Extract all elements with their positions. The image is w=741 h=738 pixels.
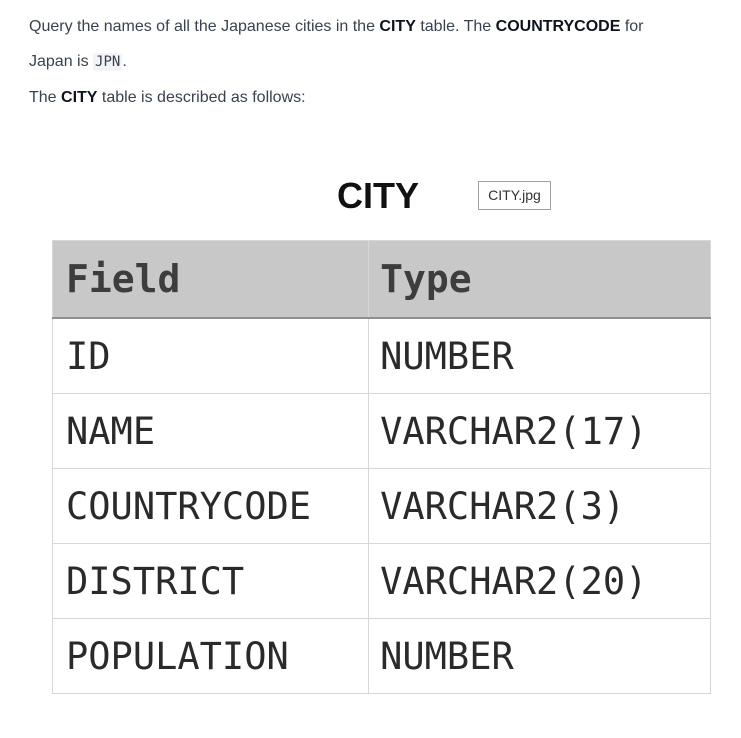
table-row: COUNTRYCODE VARCHAR2(3) (51, 468, 711, 544)
problem-statement: Query the names of all the Japanese citi… (29, 9, 719, 115)
type-cell: VARCHAR2(17) (368, 393, 711, 469)
type-cell: VARCHAR2(3) (368, 468, 711, 544)
problem-line-3: The CITY table is described as follows: (29, 80, 719, 115)
header-field: Field (51, 240, 370, 319)
problem-line-1: Query the names of all the Japanese citi… (29, 9, 719, 44)
city-schema-table: Field Type ID NUMBER NAME VARCHAR2(17) C… (51, 240, 711, 694)
table-title: CITY (337, 175, 420, 216)
problem-line-2: Japan is JPN. (29, 44, 719, 80)
field-cell: DISTRICT (51, 543, 370, 619)
type-cell: NUMBER (368, 618, 711, 694)
problem-text-segment: table. The (415, 18, 496, 35)
type-cell: NUMBER (368, 317, 711, 394)
header-type: Type (368, 240, 711, 319)
table-name-bold: CITY (61, 89, 98, 106)
problem-text-segment: Query the names of all the Japanese citi… (29, 18, 380, 35)
image-alt-placeholder: CITY.jpg (478, 181, 551, 210)
table-row: NAME VARCHAR2(17) (51, 393, 711, 469)
field-cell: POPULATION (51, 618, 370, 694)
table-name-bold: CITY (379, 18, 416, 35)
type-cell: VARCHAR2(20) (368, 543, 711, 619)
table-row: ID NUMBER (51, 317, 711, 394)
table-header-row: Field Type (51, 240, 711, 319)
field-cell: NAME (51, 393, 370, 469)
field-cell: ID (51, 317, 370, 394)
problem-text-segment: Japan is (29, 53, 94, 70)
problem-text-segment: table is described as follows: (97, 89, 306, 106)
table-row: DISTRICT VARCHAR2(20) (51, 543, 711, 619)
column-name-bold: COUNTRYCODE (495, 18, 621, 35)
problem-text-segment: for (620, 18, 644, 35)
problem-text-segment: . (122, 53, 127, 70)
table-row: POPULATION NUMBER (51, 618, 711, 694)
problem-text-segment: The (29, 89, 62, 106)
country-code-inline: JPN (93, 53, 123, 71)
field-cell: COUNTRYCODE (51, 468, 370, 544)
